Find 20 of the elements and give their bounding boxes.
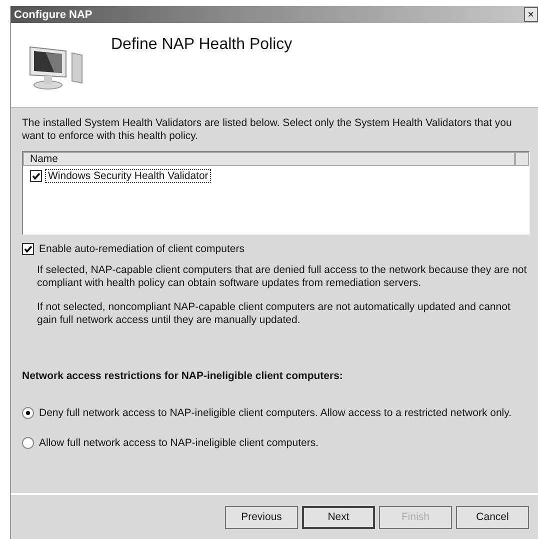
instruction-text: The installed System Health Validators are listed below. Select only the System Health Validators that you want to enforce with this health policy. — [22, 117, 513, 143]
close-button[interactable]: × — [524, 7, 538, 22]
column-header-filler — [515, 152, 529, 166]
wizard-button[interactable]: Cancel — [456, 506, 529, 528]
wizard-button[interactable]: Previous — [225, 506, 298, 528]
radio-button[interactable] — [22, 407, 34, 419]
radio-label[interactable]: Allow full network access to NAP-ineligible client computers. — [39, 437, 319, 449]
list-item[interactable]: Windows Security Health Validator — [45, 169, 212, 183]
checkbox[interactable] — [30, 170, 42, 182]
column-header[interactable]: Name — [23, 152, 515, 166]
checkbox-label[interactable]: Enable auto-remediation of client computers — [39, 243, 244, 255]
radio-label[interactable]: Deny full network access to NAP-ineligible client computers. Allow access to a restricted network only. — [39, 407, 512, 419]
wizard-button[interactable]: Next — [302, 506, 375, 528]
window-title: Configure NAP — [14, 8, 92, 20]
section-heading: Network access restrictions for NAP-ineligible client computers: — [22, 370, 344, 382]
description-text: If not selected, noncompliant NAP-capable client computers are not automatically updated and cannot gain full network access until they are manually updated. — [37, 301, 512, 326]
checkbox[interactable] — [22, 243, 34, 255]
description-text: If selected, NAP-capable client computers that are denied full access to the network because they are not compliant with health policy can obtain software updates from remediation servers. — [37, 264, 528, 289]
radio-button[interactable] — [22, 437, 34, 449]
page-heading: Define NAP Health Policy — [111, 36, 292, 54]
